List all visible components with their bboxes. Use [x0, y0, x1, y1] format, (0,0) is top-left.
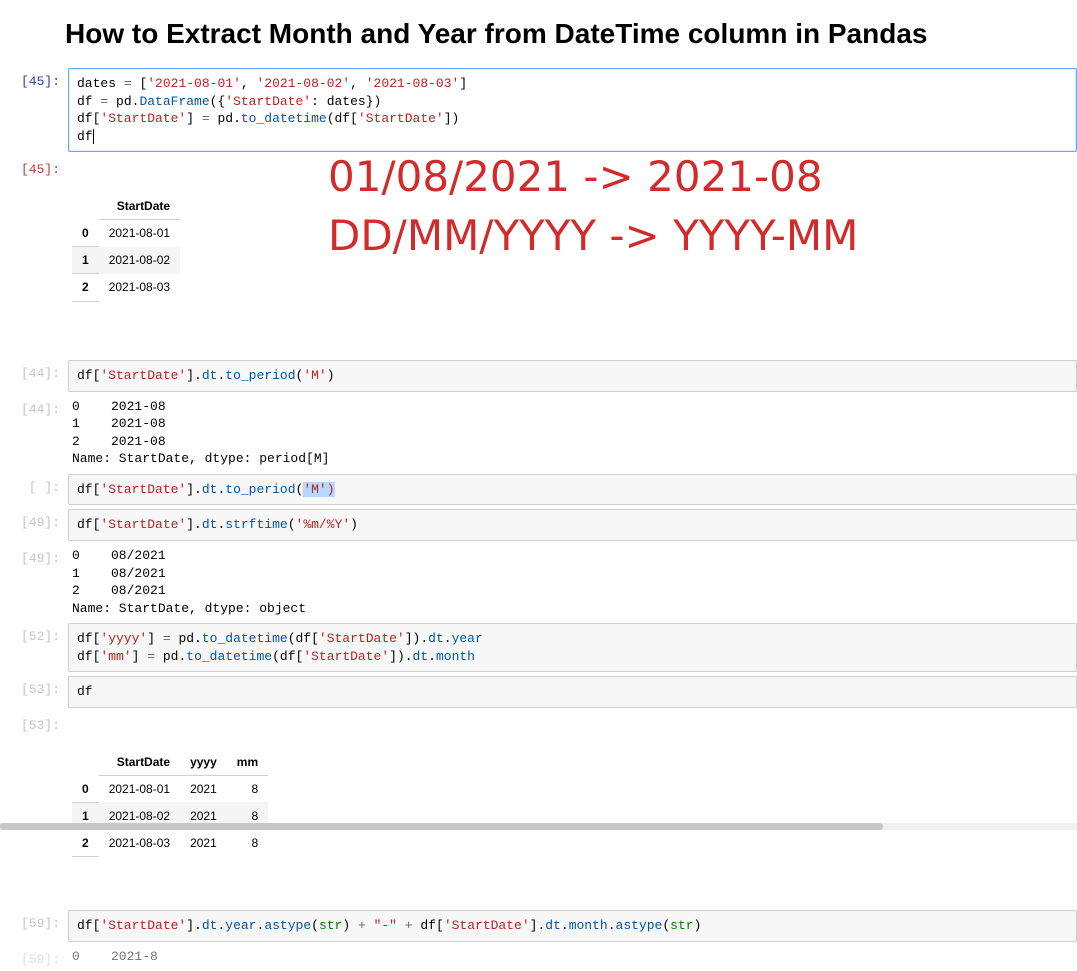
input-prompt: [53]:: [0, 676, 68, 697]
output-prompt: [59]:: [0, 946, 68, 967]
input-prompt: [59]:: [0, 910, 68, 931]
dataframe-table: StartDate02021-08-0112021-08-0222021-08-…: [72, 193, 180, 301]
output-prompt: [53]:: [0, 712, 68, 733]
code-input[interactable]: df['StartDate'].dt.to_period('M'): [68, 360, 1077, 392]
code-cell[interactable]: [44]: df['StartDate'].dt.to_period('M'): [0, 360, 1077, 392]
code-cell[interactable]: [45]: dates = ['2021-08-01', '2021-08-02…: [0, 68, 1077, 152]
input-prompt: [45]:: [0, 68, 68, 89]
dataframe-table: StartDateyyyymm02021-08-012021812021-08-…: [72, 749, 268, 857]
input-prompt: [ ]:: [0, 474, 68, 495]
code-cell[interactable]: [ ]: df['StartDate'].dt.to_period('M'): [0, 474, 1077, 506]
output-prompt: [45]:: [0, 156, 68, 177]
code-input[interactable]: df['StartDate'].dt.to_period('M'): [68, 474, 1077, 506]
input-prompt: [44]:: [0, 360, 68, 381]
output-area: StartDate02021-08-0112021-08-0222021-08-…: [68, 156, 1077, 356]
code-cell[interactable]: [53]: df: [0, 676, 1077, 708]
code-cell[interactable]: [49]: df['StartDate'].dt.strftime('%m/%Y…: [0, 509, 1077, 541]
output-text: 0 08/2021 1 08/2021 2 08/2021 Name: Star…: [68, 545, 1077, 619]
output-cell: [44]: 0 2021-08 1 2021-08 2 2021-08 Name…: [0, 396, 1077, 470]
code-cell[interactable]: [52]: df['yyyy'] = pd.to_datetime(df['St…: [0, 623, 1077, 672]
horizontal-scrollbar[interactable]: [0, 823, 1077, 830]
annotation-overlay: 01/08/2021 -> 2021-08 DD/MM/YYYY -> YYYY…: [328, 148, 858, 266]
output-prompt: [49]:: [0, 545, 68, 566]
output-text: 0 2021-08 1 2021-08 2 2021-08 Name: Star…: [68, 396, 1077, 470]
input-prompt: [49]:: [0, 509, 68, 530]
code-input[interactable]: df['StartDate'].dt.strftime('%m/%Y'): [68, 509, 1077, 541]
code-input[interactable]: df['StartDate'].dt.year.astype(str) + "-…: [68, 910, 1077, 942]
scrollbar-thumb[interactable]: [0, 823, 883, 830]
output-area: StartDateyyyymm02021-08-012021812021-08-…: [68, 712, 1077, 894]
page-title: How to Extract Month and Year from DateT…: [65, 18, 1077, 50]
code-input[interactable]: df: [68, 676, 1077, 708]
output-cell: [45]: StartDate02021-08-0112021-08-02220…: [0, 156, 1077, 356]
code-cell[interactable]: [59]: df['StartDate'].dt.year.astype(str…: [0, 910, 1077, 942]
code-input[interactable]: dates = ['2021-08-01', '2021-08-02', '20…: [68, 68, 1077, 152]
output-prompt: [44]:: [0, 396, 68, 417]
code-input[interactable]: df['yyyy'] = pd.to_datetime(df['StartDat…: [68, 623, 1077, 672]
output-cell: [53]: StartDateyyyymm02021-08-0120218120…: [0, 712, 1077, 894]
output-text: 0 2021-8: [68, 946, 1077, 968]
input-prompt: [52]:: [0, 623, 68, 644]
output-cell: [59]: 0 2021-8: [0, 946, 1077, 968]
output-cell: [49]: 0 08/2021 1 08/2021 2 08/2021 Name…: [0, 545, 1077, 619]
